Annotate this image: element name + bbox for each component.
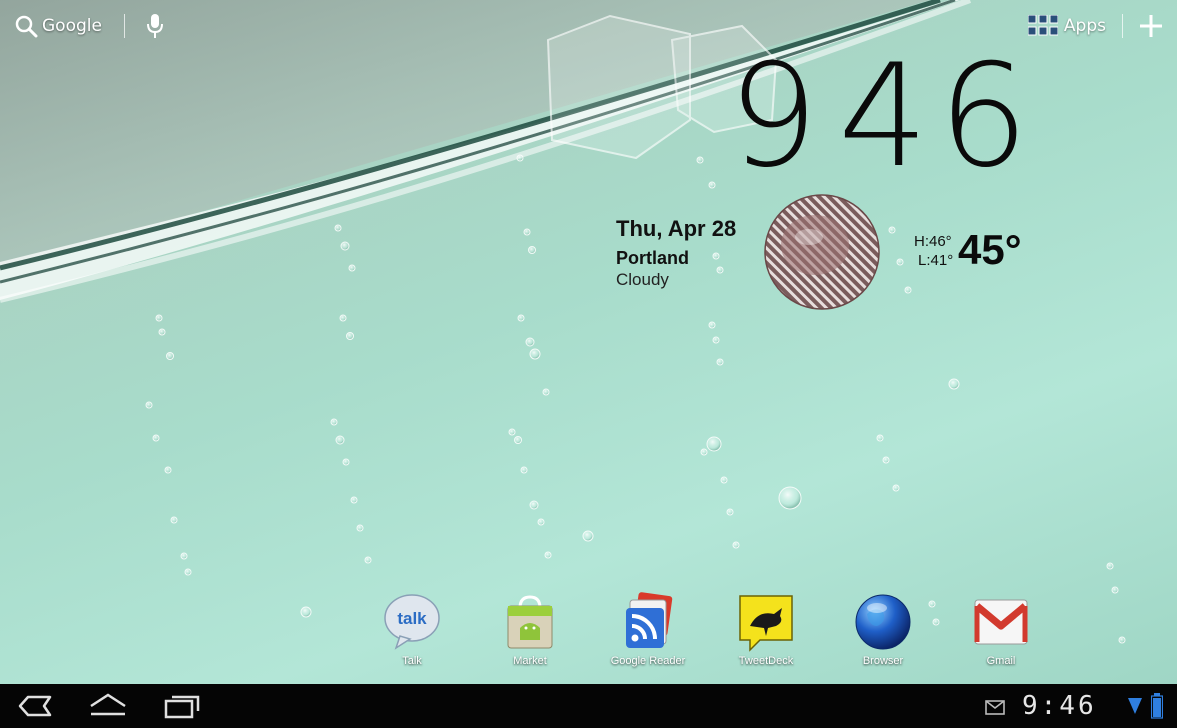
wallpaper: Google Apps 9 46 Thu, Apr 28 Portland Clo… <box>0 0 1177 684</box>
clock-minutes: 46 <box>838 34 1039 199</box>
battery-icon[interactable] <box>1151 693 1163 719</box>
dock-item-tweetdeck[interactable]: TweetDeck <box>721 592 811 667</box>
weather-temperature: 45° <box>958 226 1022 273</box>
weather-date: Thu, Apr 28 <box>616 216 737 241</box>
dock-item-talk[interactable]: talk Talk <box>367 592 457 667</box>
microphone-icon[interactable] <box>146 13 163 39</box>
divider <box>1122 14 1123 38</box>
recent-apps-icon[interactable] <box>163 692 201 720</box>
weather-condition: Cloudy <box>616 270 669 289</box>
dock-label-google-reader: Google Reader <box>610 655 686 667</box>
weather-low: L:41° <box>918 252 954 269</box>
search-bar[interactable]: Google <box>14 12 163 40</box>
dock-item-browser[interactable]: Browser <box>838 592 928 667</box>
clock-hours: 9 <box>728 34 818 199</box>
svg-text:talk: talk <box>397 609 427 628</box>
dock-item-gmail[interactable]: Gmail <box>956 592 1046 667</box>
divider <box>123 14 125 38</box>
weather-high: H:46° <box>914 233 952 250</box>
dock-label-market: Market <box>513 655 547 667</box>
apps-button[interactable]: Apps <box>1064 16 1106 36</box>
dock-label-talk: Talk <box>402 655 422 667</box>
cloudy-weather-icon[interactable] <box>763 193 881 311</box>
market-icon[interactable] <box>500 592 560 652</box>
google-reader-icon[interactable] <box>618 592 678 652</box>
weather-city: Portland <box>616 248 690 268</box>
dock-label-tweetdeck: TweetDeck <box>738 655 794 667</box>
apps-area: Apps <box>1027 12 1163 40</box>
google-search-label[interactable]: Google <box>42 16 102 36</box>
search-icon[interactable] <box>14 14 38 38</box>
gmail-icon[interactable] <box>971 592 1031 652</box>
home-icon[interactable] <box>88 692 128 720</box>
browser-icon[interactable] <box>853 592 913 652</box>
dock-label-gmail: Gmail <box>986 655 1016 667</box>
tweetdeck-icon[interactable] <box>736 592 796 652</box>
wifi-signal-icon[interactable] <box>1128 696 1142 716</box>
dock-item-google-reader[interactable]: Google Reader <box>603 592 693 667</box>
dock-item-market[interactable]: Market <box>485 592 575 667</box>
clock-widget[interactable]: 9 46 <box>728 46 1039 188</box>
email-notification-icon[interactable] <box>985 700 1005 715</box>
back-icon[interactable] <box>16 692 54 720</box>
add-icon[interactable] <box>1139 14 1163 38</box>
dock-label-browser: Browser <box>862 655 904 667</box>
system-bar <box>0 684 1177 728</box>
talk-icon[interactable]: talk <box>382 592 442 652</box>
system-clock[interactable]: 9:46 <box>1022 691 1097 721</box>
